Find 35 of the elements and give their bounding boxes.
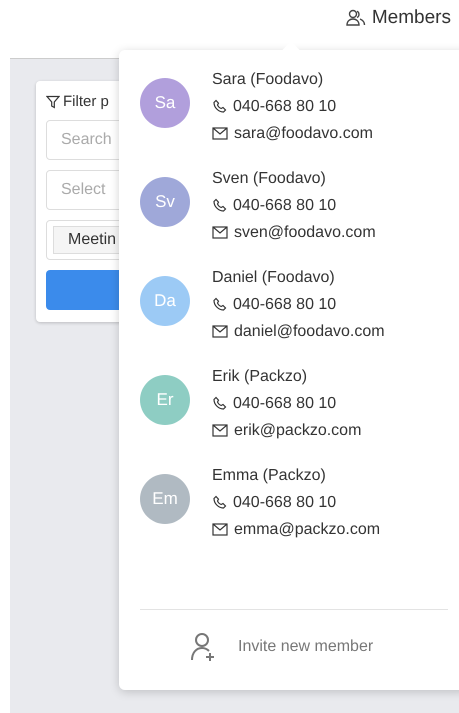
phone-number: 040-668 80 10	[233, 493, 336, 512]
avatar-initials: Sa	[154, 93, 176, 113]
email-address[interactable]: sven@foodavo.com	[234, 223, 376, 242]
avatar-initials: Em	[152, 489, 178, 509]
email-address[interactable]: sara@foodavo.com	[234, 124, 373, 143]
invite-member-button[interactable]: Invite new member	[190, 632, 374, 662]
mail-icon	[212, 424, 228, 437]
people-icon	[346, 9, 366, 27]
avatar-initials: Sv	[155, 192, 175, 212]
phone-number: 040-668 80 10	[233, 295, 336, 314]
mail-icon	[212, 325, 228, 338]
phone-icon	[212, 297, 227, 312]
members-button[interactable]: Members	[346, 7, 451, 29]
phone-number: 040-668 80 10	[233, 196, 336, 215]
mail-icon	[212, 226, 228, 239]
mail-icon	[212, 127, 228, 140]
member-name: Erik (Packzo)	[212, 367, 308, 386]
filter-title: Filter p	[63, 93, 109, 110]
member-name: Daniel (Foodavo)	[212, 268, 336, 287]
email-address[interactable]: daniel@foodavo.com	[234, 322, 385, 341]
phone-number: 040-668 80 10	[233, 394, 336, 413]
phone-number: 040-668 80 10	[233, 97, 336, 116]
avatar-initials: Er	[156, 390, 174, 410]
member-name: Emma (Packzo)	[212, 466, 327, 485]
phone-icon	[212, 99, 227, 114]
phone-icon	[212, 495, 227, 510]
phone-icon	[212, 396, 227, 411]
phone-icon	[212, 198, 227, 213]
avatar-initials: Da	[154, 291, 176, 311]
member-name: Sven (Foodavo)	[212, 169, 327, 188]
mail-icon	[212, 523, 228, 536]
email-address[interactable]: emma@packzo.com	[234, 520, 380, 539]
email-address[interactable]: erik@packzo.com	[234, 421, 362, 440]
funnel-icon	[46, 94, 60, 108]
member-name: Sara (Foodavo)	[212, 70, 324, 89]
